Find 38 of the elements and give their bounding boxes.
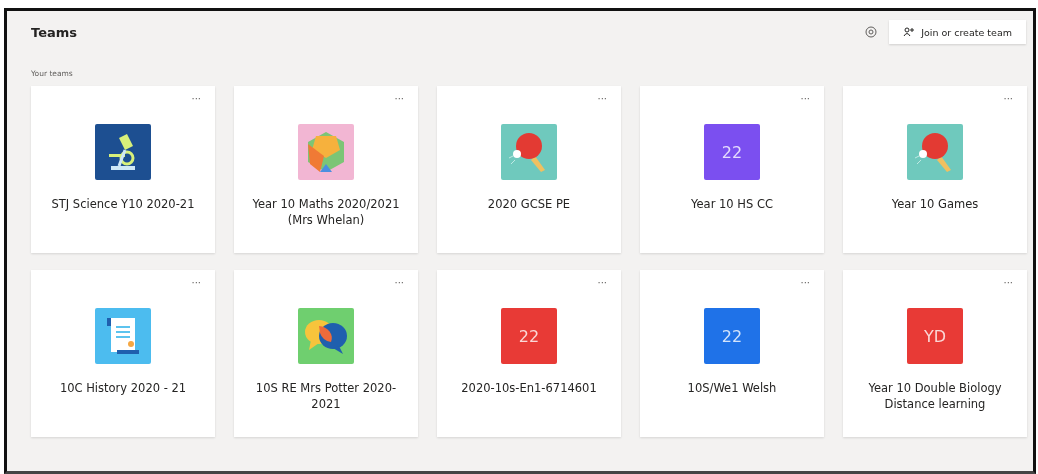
more-options-button[interactable]: ··· xyxy=(798,278,812,288)
more-options-button[interactable]: ··· xyxy=(189,278,203,288)
team-card[interactable]: ··· 22 Year 10 HS CC xyxy=(640,86,824,253)
settings-icon[interactable] xyxy=(865,26,878,38)
team-card[interactable]: ··· Year 10 Maths 2020/2021 (Mrs Whelan) xyxy=(234,86,418,253)
team-card[interactable]: ··· STJ Science Y10 2020-21 xyxy=(31,86,215,253)
page-title: Teams xyxy=(30,24,78,40)
more-options-button[interactable]: ··· xyxy=(595,94,609,104)
more-options-button[interactable]: ··· xyxy=(1001,94,1015,104)
more-options-button[interactable]: ··· xyxy=(1001,278,1015,288)
team-name: 10S/We1 Welsh xyxy=(686,380,778,396)
more-options-button[interactable]: ··· xyxy=(189,94,203,104)
team-name: 2020-10s-En1-6714601 xyxy=(460,380,598,396)
team-name: Year 10 Maths 2020/2021 (Mrs Whelan) xyxy=(251,196,401,228)
team-card[interactable]: ··· 2020 GCSE PE xyxy=(437,86,621,253)
team-name: 10C History 2020 - 21 xyxy=(58,380,188,396)
team-card[interactable]: ··· 10S RE Mrs Potter 2020-2021 xyxy=(234,270,418,437)
team-initials-tile: 22 xyxy=(501,308,557,364)
more-options-button[interactable]: ··· xyxy=(392,278,406,288)
team-name: Year 10 Double Biology Distance learning xyxy=(867,380,1003,412)
team-name: Year 10 HS CC xyxy=(690,196,774,212)
team-name: STJ Science Y10 2020-21 xyxy=(50,196,196,212)
more-options-button[interactable]: ··· xyxy=(798,94,812,104)
team-card[interactable]: ··· YD Year 10 Double Biology Distance learning xyxy=(843,270,1027,437)
team-initials-tile: YD xyxy=(907,308,963,364)
more-options-button[interactable]: ··· xyxy=(392,94,406,104)
add-people-icon xyxy=(903,27,916,37)
team-name: 10S RE Mrs Potter 2020-2021 xyxy=(254,380,398,412)
team-initials-tile: 22 xyxy=(704,308,760,364)
team-card[interactable]: ··· Year 10 Games xyxy=(843,86,1027,253)
team-name: Year 10 Games xyxy=(890,196,980,212)
join-or-create-team-button[interactable]: Join or create team xyxy=(889,20,1026,44)
team-card[interactable]: ··· 22 2020-10s-En1-6714601 xyxy=(437,270,621,437)
more-options-button[interactable]: ··· xyxy=(595,278,609,288)
team-initials-tile: 22 xyxy=(704,124,760,180)
team-card[interactable]: ··· 10C History 2020 - 21 xyxy=(31,270,215,437)
team-card[interactable]: ··· 22 10S/We1 Welsh xyxy=(640,270,824,437)
team-name: 2020 GCSE PE xyxy=(486,196,572,212)
